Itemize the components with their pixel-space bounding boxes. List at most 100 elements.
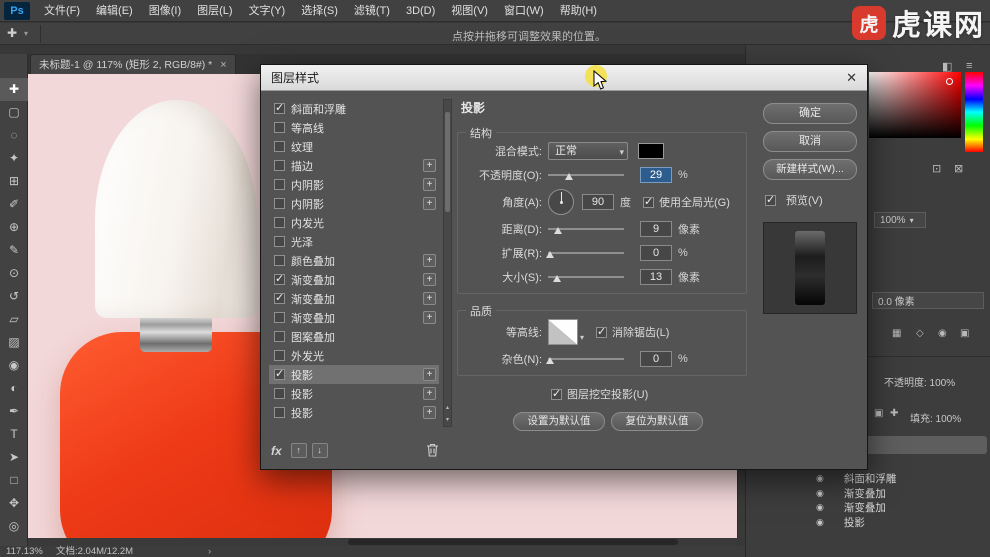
menu-item[interactable]: 文件(F) xyxy=(36,0,88,22)
layer-opacity-text[interactable]: 不透明度: 100% xyxy=(884,374,955,389)
style-enable-checkbox[interactable] xyxy=(274,388,285,399)
layer-style-item[interactable]: 图案叠加 xyxy=(269,327,439,346)
add-style-instance-button[interactable]: + xyxy=(423,159,436,172)
add-style-instance-button[interactable]: + xyxy=(423,197,436,210)
spread-slider[interactable] xyxy=(545,245,624,261)
menu-item[interactable]: 文字(Y) xyxy=(241,0,294,22)
layer-style-item[interactable]: 斜面和浮雕 xyxy=(269,99,439,118)
layer-style-item[interactable]: 描边 + xyxy=(269,156,439,175)
layer-style-item[interactable]: 光泽 xyxy=(269,232,439,251)
layer-style-item[interactable]: 内阴影 + xyxy=(269,175,439,194)
global-light-checkbox[interactable] xyxy=(643,195,654,208)
style-enable-checkbox[interactable] xyxy=(274,272,285,285)
horizontal-scrollbar[interactable] xyxy=(28,538,737,546)
hue-slider[interactable] xyxy=(965,72,983,152)
add-style-instance-button[interactable]: + xyxy=(423,311,436,324)
path-selection-tool-icon[interactable]: ➤ xyxy=(0,446,28,469)
diamond-icon[interactable]: ◇ xyxy=(916,328,924,339)
close-icon[interactable]: ✕ xyxy=(846,70,857,86)
add-style-instance-button[interactable]: + xyxy=(423,178,436,191)
layer-style-item[interactable]: 渐变叠加 + xyxy=(269,308,439,327)
quick-selection-tool-icon[interactable]: ✦ xyxy=(0,147,28,170)
pen-tool-icon[interactable]: ✒ xyxy=(0,400,28,423)
dialog-title-bar[interactable]: 图层样式 ✕ xyxy=(261,65,867,91)
lasso-tool-icon[interactable]: ◌ xyxy=(0,124,28,147)
eraser-tool-icon[interactable]: ▱ xyxy=(0,308,28,331)
blur-tool-icon[interactable]: ◉ xyxy=(0,354,28,377)
distance-input[interactable]: 9 xyxy=(640,221,672,237)
add-style-instance-button[interactable]: + xyxy=(423,387,436,400)
style-enable-checkbox[interactable] xyxy=(274,350,285,361)
style-enable-checkbox[interactable] xyxy=(274,160,285,171)
add-style-instance-button[interactable]: + xyxy=(423,406,436,419)
distance-slider[interactable] xyxy=(548,221,624,237)
noise-input[interactable]: 0 xyxy=(640,351,672,367)
menu-item[interactable]: 视图(V) xyxy=(443,0,496,22)
document-tab[interactable]: 未标题-1 @ 117% (矩形 2, RGB/8#) * × xyxy=(30,54,236,74)
scroll-down-icon[interactable]: ▾ xyxy=(444,416,451,423)
pixel-value-field[interactable]: 0.0 像素 xyxy=(872,292,984,309)
menu-item[interactable]: 图像(I) xyxy=(141,0,189,22)
lock-icon[interactable]: ▣ xyxy=(874,408,883,419)
size-input[interactable]: 13 xyxy=(640,269,672,285)
move-style-up-button[interactable]: ↑ xyxy=(290,443,307,458)
style-enable-checkbox[interactable] xyxy=(274,141,285,152)
layer-style-item[interactable]: 纹理 xyxy=(269,137,439,156)
status-chevron-icon[interactable]: › xyxy=(208,546,211,557)
style-enable-checkbox[interactable] xyxy=(274,255,285,266)
zoom-tool-icon[interactable]: ◎ xyxy=(0,515,28,538)
menu-item[interactable]: 选择(S) xyxy=(293,0,346,22)
layer-style-item[interactable]: 等高线 xyxy=(269,118,439,137)
panel-icon-box[interactable]: ⊡ xyxy=(932,162,941,175)
clone-stamp-tool-icon[interactable]: ⊙ xyxy=(0,262,28,285)
style-enable-checkbox[interactable] xyxy=(274,179,285,190)
layer-style-item[interactable]: 内发光 xyxy=(269,213,439,232)
style-enable-checkbox[interactable] xyxy=(274,291,285,304)
style-enable-checkbox[interactable] xyxy=(274,367,285,380)
style-enable-checkbox[interactable] xyxy=(274,122,285,133)
crop-tool-icon[interactable]: ⊞ xyxy=(0,170,28,193)
style-enable-checkbox[interactable] xyxy=(274,236,285,247)
effect-row[interactable]: ◉ 渐变叠加 xyxy=(746,501,990,516)
style-enable-checkbox[interactable] xyxy=(274,198,285,209)
set-default-button[interactable]: 设置为默认值 xyxy=(513,412,605,431)
add-style-instance-button[interactable]: + xyxy=(423,273,436,286)
history-brush-tool-icon[interactable]: ↺ xyxy=(0,285,28,308)
cancel-button[interactable]: 取消 xyxy=(763,131,857,152)
noise-slider[interactable] xyxy=(545,351,624,367)
menu-item[interactable]: 帮助(H) xyxy=(552,0,605,22)
zoom-level[interactable]: 117.13% xyxy=(6,546,43,557)
grid-icon[interactable]: ▦ xyxy=(892,328,901,339)
visibility-eye-icon[interactable]: ◉ xyxy=(816,488,824,499)
menu-item[interactable]: 窗口(W) xyxy=(496,0,552,22)
effect-row[interactable]: ◉ 渐变叠加 xyxy=(746,486,990,501)
zoom-dropdown[interactable]: 100% ▾ xyxy=(874,212,926,228)
layer-knockout-checkbox[interactable] xyxy=(551,387,562,400)
angle-input[interactable]: 90 xyxy=(582,194,614,210)
panel-icon-box2[interactable]: ⊠ xyxy=(954,162,963,175)
move-tool-icon[interactable]: ✚ xyxy=(7,26,17,40)
visibility-eye-icon[interactable]: ◉ xyxy=(816,517,824,528)
layer-style-item[interactable]: 颜色叠加 + xyxy=(269,251,439,270)
gradient-tool-icon[interactable]: ▨ xyxy=(0,331,28,354)
style-enable-checkbox[interactable] xyxy=(274,407,285,418)
blend-mode-select[interactable]: 正常 ▾ xyxy=(548,142,628,160)
styles-scrollbar-thumb[interactable] xyxy=(445,112,450,212)
horizontal-scrollbar-thumb[interactable] xyxy=(348,539,678,545)
add-style-instance-button[interactable]: + xyxy=(423,254,436,267)
healing-brush-tool-icon[interactable]: ⊕ xyxy=(0,216,28,239)
effect-row[interactable]: ◉ 斜面和浮雕 xyxy=(746,472,990,487)
spread-input[interactable]: 0 xyxy=(640,245,672,261)
shadow-color-swatch[interactable] xyxy=(638,143,664,159)
marquee-tool-icon[interactable]: ▢ xyxy=(0,101,28,124)
layer-style-item[interactable]: 外发光 xyxy=(269,346,439,365)
contour-thumbnail[interactable] xyxy=(548,319,578,345)
layer-style-item[interactable]: 投影 + xyxy=(269,403,439,422)
panel-menu-icon[interactable]: ≡ xyxy=(966,60,972,72)
move-tool-icon[interactable]: ✚ xyxy=(0,78,28,101)
opacity-input[interactable]: 29 xyxy=(640,167,672,183)
antialias-checkbox[interactable] xyxy=(596,325,608,338)
effect-row[interactable]: ◉ 投影 xyxy=(746,515,990,530)
style-enable-checkbox[interactable] xyxy=(274,217,285,228)
menu-item[interactable]: 滤镜(T) xyxy=(346,0,398,22)
